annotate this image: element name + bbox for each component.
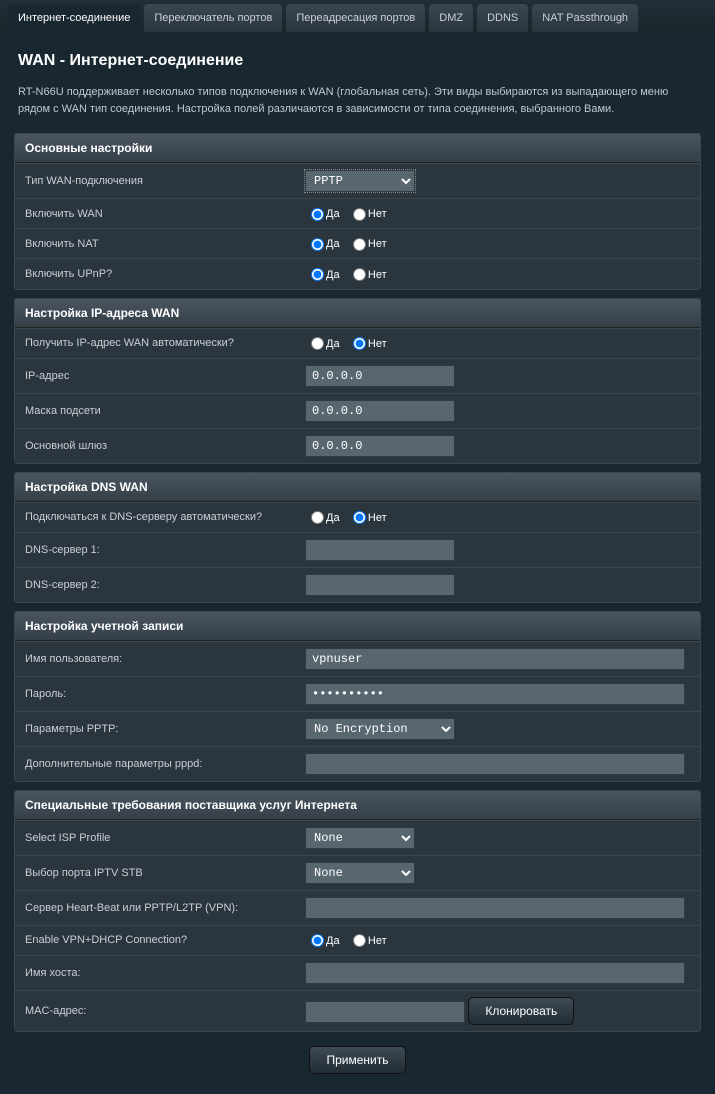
section-dns: Настройка DNS WAN Подключаться к DNS-сер… bbox=[14, 472, 701, 603]
input-mask[interactable] bbox=[305, 400, 455, 422]
radio-enable-nat-yes[interactable] bbox=[311, 238, 324, 251]
input-hostname[interactable] bbox=[305, 962, 685, 984]
section-head-isp: Специальные требования поставщика услуг … bbox=[15, 791, 700, 820]
section-basic: Основные настройки Тип WAN-подключения P… bbox=[14, 133, 701, 290]
page-title: WAN - Интернет-соединение bbox=[14, 46, 701, 84]
label-isp-profile: Select ISP Profile bbox=[15, 820, 295, 855]
input-dns2[interactable] bbox=[305, 574, 455, 596]
section-account: Настройка учетной записи Имя пользовател… bbox=[14, 611, 701, 782]
label-ip: IP-адрес bbox=[15, 358, 295, 393]
label-hostname: Имя хоста: bbox=[15, 955, 295, 990]
radio-enable-wan-no[interactable] bbox=[353, 208, 366, 221]
label-password: Пароль: bbox=[15, 676, 295, 711]
clone-button[interactable]: Клонировать bbox=[468, 997, 574, 1025]
radio-enable-upnp-no[interactable] bbox=[353, 268, 366, 281]
label-enable-wan: Включить WAN bbox=[15, 199, 295, 229]
radio-auto-dns-yes[interactable] bbox=[311, 511, 324, 524]
input-ip[interactable] bbox=[305, 365, 455, 387]
input-heartbeat[interactable] bbox=[305, 897, 685, 919]
section-head-wan-ip: Настройка IP-адреса WAN bbox=[15, 299, 700, 328]
label-heartbeat: Сервер Heart-Beat или PPTP/L2TP (VPN): bbox=[15, 890, 295, 925]
radio-enable-wan-yes[interactable] bbox=[311, 208, 324, 221]
tab-bar: Интернет-соединение Переключатель портов… bbox=[0, 0, 715, 32]
apply-button[interactable]: Применить bbox=[309, 1046, 405, 1074]
radio-vpn-dhcp-yes[interactable] bbox=[311, 934, 324, 947]
radio-auto-dns-no[interactable] bbox=[353, 511, 366, 524]
label-auto-ip: Получить IP-адрес WAN автоматически? bbox=[15, 328, 295, 358]
radio-auto-ip-yes[interactable] bbox=[311, 337, 324, 350]
input-dns1[interactable] bbox=[305, 539, 455, 561]
radio-enable-upnp-yes[interactable] bbox=[311, 268, 324, 281]
radio-enable-nat-no[interactable] bbox=[353, 238, 366, 251]
input-password[interactable] bbox=[305, 683, 685, 705]
label-gateway: Основной шлюз bbox=[15, 428, 295, 463]
tab-port-forward[interactable]: Переадресация портов bbox=[286, 4, 425, 32]
input-pppd[interactable] bbox=[305, 753, 685, 775]
label-auto-dns: Подключаться к DNS-серверу автоматически… bbox=[15, 502, 295, 532]
label-pppd: Дополнительные параметры pppd: bbox=[15, 746, 295, 781]
tab-ddns[interactable]: DDNS bbox=[477, 4, 528, 32]
select-pptp-options[interactable]: No Encryption bbox=[305, 718, 455, 740]
label-username: Имя пользователя: bbox=[15, 641, 295, 676]
page-description: RT-N66U поддерживает несколько типов под… bbox=[14, 84, 701, 125]
input-gateway[interactable] bbox=[305, 435, 455, 457]
label-dns1: DNS-сервер 1: bbox=[15, 532, 295, 567]
page-content: WAN - Интернет-соединение RT-N66U поддер… bbox=[0, 32, 715, 1094]
radio-auto-ip-no[interactable] bbox=[353, 337, 366, 350]
input-mac[interactable] bbox=[305, 1001, 465, 1023]
label-iptv-port: Выбор порта IPTV STB bbox=[15, 855, 295, 890]
select-iptv-port[interactable]: None bbox=[305, 862, 415, 884]
label-mac: MAC-адрес: bbox=[15, 990, 295, 1031]
radio-vpn-dhcp-no[interactable] bbox=[353, 934, 366, 947]
section-isp: Специальные требования поставщика услуг … bbox=[14, 790, 701, 1032]
section-wan-ip: Настройка IP-адреса WAN Получить IP-адре… bbox=[14, 298, 701, 464]
section-head-account: Настройка учетной записи bbox=[15, 612, 700, 641]
label-enable-upnp: Включить UPnP? bbox=[15, 259, 295, 289]
section-head-basic: Основные настройки bbox=[15, 134, 700, 163]
label-wan-type: Тип WAN-подключения bbox=[15, 164, 295, 199]
select-isp-profile[interactable]: None bbox=[305, 827, 415, 849]
label-mask: Маска подсети bbox=[15, 393, 295, 428]
tab-internet[interactable]: Интернет-соединение bbox=[8, 4, 140, 32]
input-username[interactable] bbox=[305, 648, 685, 670]
section-head-dns: Настройка DNS WAN bbox=[15, 473, 700, 502]
tab-nat-passthrough[interactable]: NAT Passthrough bbox=[532, 4, 638, 32]
label-dns2: DNS-сервер 2: bbox=[15, 567, 295, 602]
label-vpn-dhcp: Enable VPN+DHCP Connection? bbox=[15, 925, 295, 955]
label-enable-nat: Включить NAT bbox=[15, 229, 295, 259]
label-pptp-options: Параметры PPTP: bbox=[15, 711, 295, 746]
select-wan-type[interactable]: PPTP bbox=[305, 170, 415, 192]
tab-dmz[interactable]: DMZ bbox=[429, 4, 473, 32]
tab-port-trigger[interactable]: Переключатель портов bbox=[144, 4, 282, 32]
